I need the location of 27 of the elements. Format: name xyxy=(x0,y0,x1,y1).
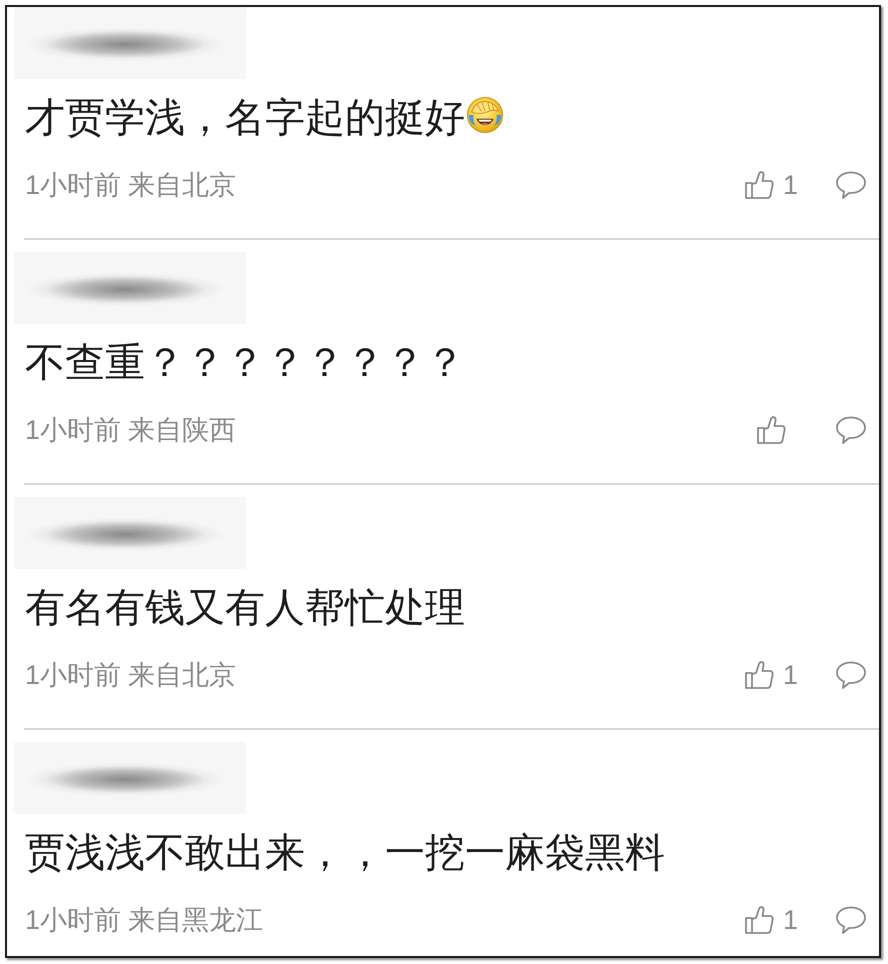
speech-bubble-icon xyxy=(835,170,867,200)
comment-location: 来自陕西 xyxy=(128,414,236,447)
like-button[interactable]: 1 xyxy=(743,167,799,203)
comment-location: 来自北京 xyxy=(128,659,236,692)
thumbs-up-icon xyxy=(744,170,774,200)
comment-text: 贾浅浅不敢出来，，一挖一麻袋黑料 xyxy=(25,830,665,877)
comment-text: 才贾学浅，名字起的挺好 xyxy=(25,95,465,142)
speech-bubble-icon xyxy=(835,415,867,445)
comment-time: 1小时前 xyxy=(25,659,122,692)
comment-text: 有名有钱又有人帮忙处理 xyxy=(25,585,465,632)
reply-button[interactable] xyxy=(835,415,867,445)
thumbs-up-icon xyxy=(744,905,774,935)
speech-bubble-icon xyxy=(835,660,867,690)
reply-button[interactable] xyxy=(835,660,867,690)
thumbs-up-icon xyxy=(756,415,786,445)
comment-time: 1小时前 xyxy=(25,904,122,937)
reply-button[interactable] xyxy=(835,170,867,200)
reply-button[interactable] xyxy=(835,905,867,935)
like-button[interactable]: 1 xyxy=(743,657,799,693)
comment-text: 不查重？？？？？？？？ xyxy=(25,340,465,387)
speech-bubble-icon xyxy=(835,905,867,935)
comment-location: 来自黑龙江 xyxy=(128,904,264,937)
comment-time: 1小时前 xyxy=(25,414,122,447)
comment-time: 1小时前 xyxy=(25,169,122,202)
thumbs-up-icon xyxy=(744,660,774,690)
comment-location: 来自北京 xyxy=(128,169,236,202)
like-button[interactable]: 1 xyxy=(743,902,799,938)
